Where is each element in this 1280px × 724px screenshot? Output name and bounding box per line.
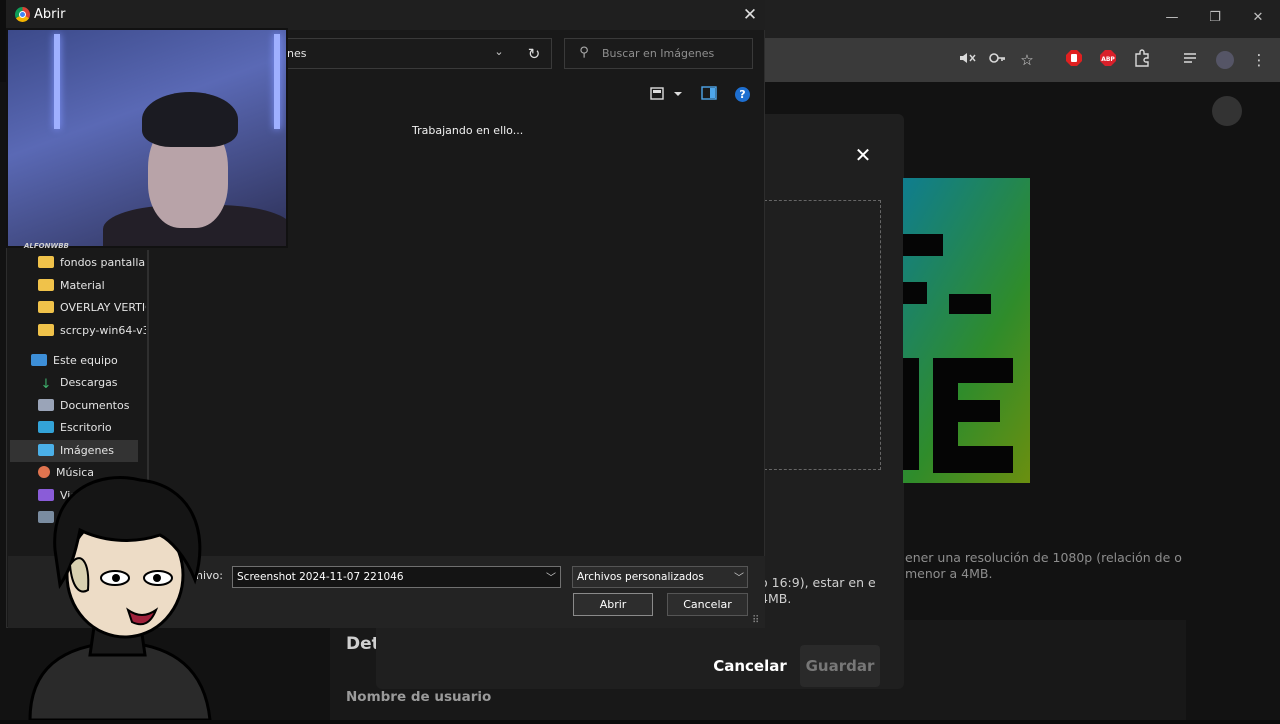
- nav-item-escritorio[interactable]: Escritorio: [38, 418, 146, 438]
- drop-zone[interactable]: [764, 200, 881, 470]
- chevron-down-icon[interactable]: ⌄: [492, 45, 506, 61]
- nav-item-label: Este equipo: [53, 354, 118, 367]
- view-options-button[interactable]: [648, 86, 684, 104]
- dialog-close-button[interactable]: ✕: [740, 5, 760, 25]
- nav-item-material[interactable]: Material: [38, 276, 146, 296]
- nav-item-este-equipo[interactable]: Este equipo: [31, 351, 146, 371]
- nav-item-overlay[interactable]: OVERLAY VERTIC: [38, 298, 146, 318]
- key-icon[interactable]: [986, 49, 1008, 71]
- refresh-icon[interactable]: ↻: [524, 44, 544, 64]
- nav-item-label: OVERLAY VERTIC: [60, 301, 146, 314]
- nav-item-label: fondos pantalla: [60, 256, 146, 269]
- help-icon[interactable]: ?: [735, 87, 750, 102]
- adblock-icon[interactable]: ABP: [1097, 49, 1119, 71]
- filetype-select[interactable]: Archivos personalizados: [572, 566, 748, 588]
- cancel-button[interactable]: Cancelar: [667, 593, 748, 616]
- maximize-button[interactable]: ❐: [1205, 10, 1225, 28]
- extensions-icon[interactable]: [1131, 49, 1153, 71]
- nav-item-imagenes[interactable]: Imágenes: [38, 441, 138, 461]
- desktop-icon: [38, 421, 54, 433]
- dialog-titlebar: [6, 0, 765, 30]
- loading-status: Trabajando en ello...: [412, 124, 524, 137]
- mute-icon[interactable]: [956, 49, 978, 71]
- filename-input[interactable]: Screenshot 2024-11-07 221046: [232, 566, 561, 588]
- nav-item-documentos[interactable]: Documentos: [38, 396, 146, 416]
- nav-item-label: Escritorio: [60, 421, 112, 434]
- nav-item-label: scrcpy-win64-v3: [60, 324, 146, 337]
- menu-icon[interactable]: ⋮: [1248, 49, 1270, 71]
- profile-icon[interactable]: [1214, 49, 1236, 71]
- open-button[interactable]: Abrir: [573, 593, 653, 616]
- resolution-hint: ener una resolución de 1080p (relación d…: [905, 550, 1182, 581]
- mascot-overlay: [10, 470, 220, 722]
- pictures-icon: [38, 444, 54, 456]
- preview-pane-icon[interactable]: [700, 86, 718, 104]
- reading-list-icon[interactable]: [1180, 49, 1202, 71]
- search-icon: ⚲: [579, 45, 589, 60]
- folder-icon: [38, 324, 54, 336]
- nav-item-label: Descargas: [60, 376, 118, 389]
- light-strip: [54, 34, 60, 129]
- minimize-button[interactable]: —: [1162, 10, 1182, 28]
- nav-item-fondos-pantalla[interactable]: fondos pantalla: [38, 253, 146, 273]
- computer-icon: [31, 354, 47, 366]
- stop-extension-icon[interactable]: [1063, 49, 1085, 71]
- modal-cancel-button[interactable]: Cancelar: [712, 651, 788, 681]
- browser-toolbar: ☆ ABP ⋮: [760, 38, 1280, 82]
- nav-item-label: Imágenes: [60, 444, 114, 457]
- nav-item-scrcpy[interactable]: scrcpy-win64-v3: [38, 321, 146, 341]
- address-path: nes: [287, 47, 307, 60]
- folder-icon: [38, 301, 54, 313]
- nav-item-label: Documentos: [60, 399, 130, 412]
- username-label: Nombre de usuario: [346, 689, 492, 705]
- chevron-down-icon[interactable]: ﹀: [734, 569, 744, 584]
- person-beanie: [142, 92, 238, 147]
- dialog-title: Abrir: [34, 7, 66, 22]
- browser-titlebar: — ❐ ✕: [760, 0, 1280, 38]
- light-strip: [274, 34, 280, 129]
- modal-close-icon[interactable]: ✕: [852, 144, 874, 166]
- adblock-label: ABP: [1101, 56, 1115, 63]
- image-preview: [903, 178, 1030, 483]
- folder-icon: [38, 279, 54, 291]
- chrome-icon: [15, 7, 30, 22]
- aspect-hint: o 16:9), estar en e 4MB.: [760, 575, 876, 606]
- resize-grip-icon[interactable]: ⠿: [752, 615, 759, 626]
- webcam-caption: ALFONWBB: [24, 242, 69, 250]
- star-icon[interactable]: ☆: [1016, 49, 1038, 71]
- nav-item-label: Material: [60, 279, 105, 292]
- folder-icon: [38, 256, 54, 268]
- webcam-overlay: [6, 28, 288, 248]
- modal-save-button[interactable]: Guardar: [800, 645, 880, 687]
- search-placeholder: Buscar en Imágenes: [602, 47, 715, 60]
- avatar[interactable]: [1212, 96, 1242, 126]
- chevron-down-icon[interactable]: ﹀: [546, 569, 556, 584]
- documents-icon: [38, 399, 54, 411]
- download-icon: ↓: [40, 377, 52, 392]
- close-window-button[interactable]: ✕: [1248, 10, 1268, 28]
- address-bar[interactable]: [280, 38, 552, 69]
- nav-item-descargas[interactable]: ↓ Descargas: [38, 373, 146, 393]
